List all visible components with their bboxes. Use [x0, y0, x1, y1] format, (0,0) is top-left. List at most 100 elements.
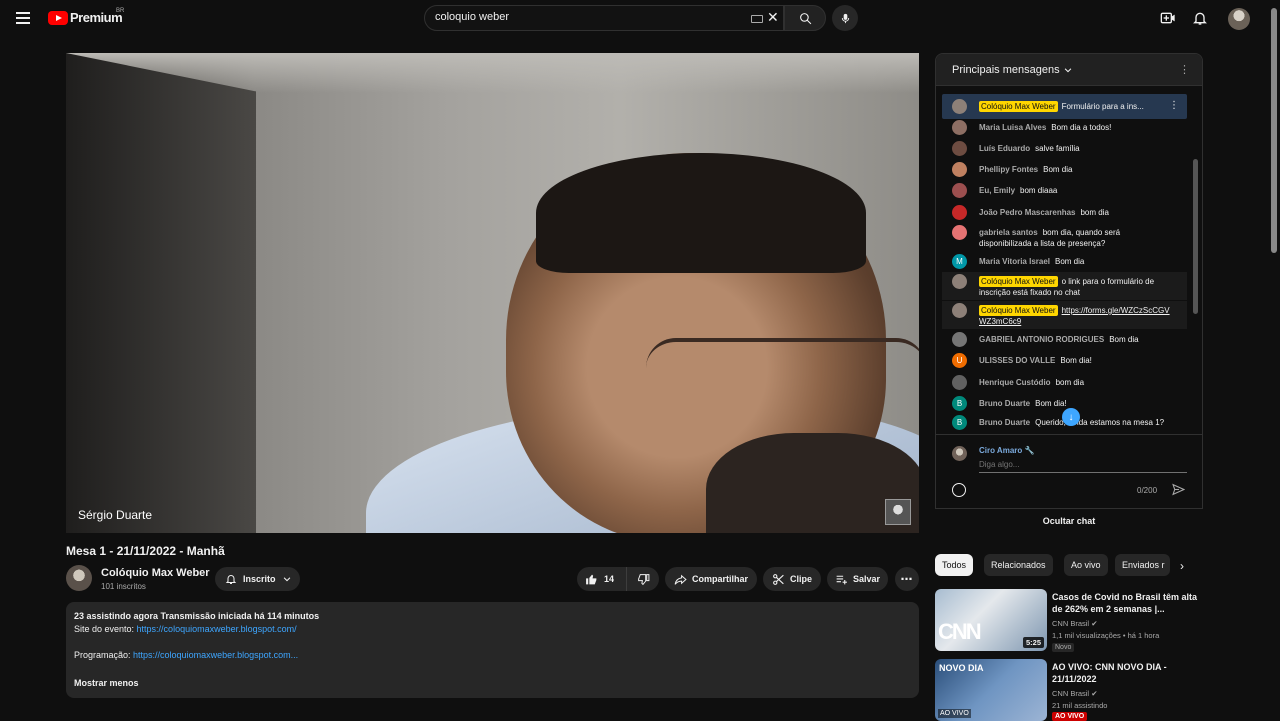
create-video-icon[interactable] [1160, 10, 1176, 26]
subscribed-button[interactable]: Inscrito [215, 567, 300, 591]
chat-author: Colóquio Max Weber [979, 276, 1058, 287]
notifications-bell-icon[interactable] [1192, 10, 1208, 26]
chat-message[interactable]: Eu, Emily bom diaaa [952, 183, 1172, 198]
chat-message-text: Bom dia a todos! [1051, 123, 1112, 132]
channel-avatar[interactable] [66, 565, 92, 591]
thumbnail-brand-logo: CNN [938, 619, 982, 644]
like-button[interactable]: 14 [577, 567, 627, 591]
verified-icon: ✔ [1091, 689, 1098, 698]
chat-author: Henrique Custódio [979, 378, 1051, 387]
filter-chip-related[interactable]: Relacionados [984, 554, 1053, 576]
filter-chip-live[interactable]: Ao vivo [1064, 554, 1108, 576]
clip-button[interactable]: Clipe [763, 567, 821, 591]
avatar: M [952, 254, 967, 269]
chat-message-body: Maria Luisa Alves Bom dia a todos! [979, 122, 1111, 135]
show-less-button[interactable]: Mostrar menos [74, 677, 139, 690]
chat-message[interactable]: U ULISSES DO VALLE Bom dia! [952, 353, 1172, 368]
chat-message[interactable]: Phellipy Fontes Bom dia [952, 162, 1172, 177]
more-horizontal-icon: ⋯ [900, 572, 914, 586]
chat-author: Phellipy Fontes [979, 165, 1039, 174]
filter-chip-all[interactable]: Todos [935, 554, 974, 576]
chat-message[interactable]: GABRIEL ANTONIO RODRIGUES Bom dia [952, 332, 1172, 347]
chat-message-body: gabriela santos bom dia, quando será disp… [979, 227, 1172, 249]
page-scrollbar-thumb[interactable] [1271, 8, 1277, 253]
participant-thumbnail [885, 499, 911, 525]
more-actions-button[interactable]: ⋯ [895, 567, 919, 591]
chat-message-text: Bom dia [1043, 165, 1073, 174]
chat-message-body: Bruno Duarte Bom dia! [979, 398, 1067, 411]
chat-message[interactable]: João Pedro Mascarenhas bom dia [952, 205, 1172, 220]
program-link[interactable]: https://coloquiomaxweber.blogspot.com... [133, 650, 298, 660]
arrow-down-icon: ↓ [1068, 411, 1074, 423]
current-user-name: Ciro Amaro 🔧 [979, 446, 1035, 455]
share-icon [674, 574, 687, 585]
chat-author: João Pedro Mascarenhas [979, 208, 1076, 217]
voice-search-button[interactable] [832, 5, 858, 31]
chat-message[interactable]: Henrique Custódio bom dia [952, 375, 1172, 390]
chat-author: Maria Luisa Alves [979, 123, 1047, 132]
filter-chip-uploaded[interactable]: Enviados r [1115, 554, 1170, 576]
thumbnail-live-label: AO VIVO [938, 709, 971, 718]
top-bar: Premium BR ✕ [0, 0, 1280, 36]
search-icon [799, 12, 811, 24]
menu-icon[interactable] [16, 12, 30, 24]
chat-mode-dropdown[interactable]: Principais mensagens [952, 64, 1073, 76]
emoji-icon[interactable] [952, 483, 966, 497]
chat-message[interactable]: Colóquio Max Weber https://forms.gle/WZCz… [952, 303, 1172, 327]
pinned-message[interactable]: Colóquio Max Weber Formulário para a ins… [942, 94, 1187, 119]
region-code: BR [116, 8, 125, 14]
chat-message[interactable]: gabriela santos bom dia, quando será disp… [952, 225, 1172, 249]
keyboard-icon[interactable] [751, 15, 763, 23]
chat-author: GABRIEL ANTONIO RODRIGUES [979, 335, 1105, 344]
channel-name[interactable]: Colóquio Max Weber [101, 567, 210, 579]
avatar [952, 141, 967, 156]
description-box[interactable]: 23 assistindo agora Transmissão iniciada… [66, 602, 919, 698]
chat-author: Bruno Duarte [979, 418, 1031, 427]
hide-chat-button[interactable]: Ocultar chat [935, 508, 1203, 533]
chat-message[interactable]: Luís Eduardo salve família [952, 141, 1172, 156]
chat-message-text: bom dia [1080, 208, 1109, 217]
youtube-logo[interactable]: Premium [48, 10, 123, 25]
share-button[interactable]: Compartilhar [665, 567, 757, 591]
like-count: 14 [604, 574, 615, 584]
search-input[interactable] [435, 11, 735, 23]
scroll-to-bottom-button[interactable]: ↓ [1062, 408, 1080, 426]
like-dislike-group: 14 [577, 567, 659, 591]
bell-icon [225, 575, 237, 584]
recommended-meta: 1,1 mil visualizações • há 1 hora [1052, 631, 1160, 640]
pinned-menu-icon[interactable]: ⋮ [1169, 100, 1179, 111]
video-player[interactable]: Sérgio Duarte [66, 53, 919, 533]
chat-header: Principais mensagens ⋮ [936, 54, 1202, 86]
character-counter: 0/200 [1137, 486, 1158, 495]
page-scrollbar[interactable] [1270, 0, 1278, 720]
chat-message-body: João Pedro Mascarenhas bom dia [979, 207, 1109, 220]
recommended-video[interactable]: NOVO DIA AO VIVO AO VIVO: CNN NOVO DIA -… [935, 659, 1203, 721]
dislike-button[interactable] [627, 567, 659, 591]
recommended-video[interactable]: CNN 5:25 Casos de Covid no Brasil têm al… [935, 589, 1203, 652]
chat-message[interactable]: Maria Luisa Alves Bom dia a todos! [952, 120, 1172, 135]
chat-message[interactable]: M Maria Vitoria Israel Bom dia [952, 254, 1172, 269]
video-thumbnail: NOVO DIA AO VIVO [935, 659, 1047, 721]
search-button[interactable] [784, 5, 826, 31]
chat-scrollbar-thumb[interactable] [1193, 159, 1198, 314]
clip-label: Clipe [790, 574, 813, 584]
chat-message-body: Luís Eduardo salve família [979, 143, 1080, 156]
chevron-down-icon [1064, 68, 1071, 73]
chat-message-text: bom diaaa [1020, 186, 1058, 195]
avatar [952, 303, 967, 318]
chat-message[interactable]: B Bruno Duarte Bom dia! [952, 396, 1172, 411]
chat-message-input[interactable] [979, 460, 1187, 473]
chat-message-text: bom dia [1055, 378, 1085, 387]
thumbs-down-icon [637, 573, 649, 585]
send-icon[interactable] [1172, 483, 1186, 501]
chat-message[interactable]: Colóquio Max Weber o link para o formulár… [952, 274, 1172, 298]
chat-menu-icon[interactable]: ⋮ [1179, 63, 1190, 76]
chevron-right-icon[interactable]: › [1180, 559, 1184, 573]
save-button[interactable]: Salvar [827, 567, 888, 591]
chat-message-body: GABRIEL ANTONIO RODRIGUES Bom dia [979, 334, 1139, 347]
chat-author: gabriela santos [979, 228, 1038, 237]
chat-message-body: ULISSES DO VALLE Bom dia! [979, 355, 1092, 368]
clear-search-icon[interactable]: ✕ [767, 9, 779, 26]
account-avatar[interactable] [1228, 8, 1250, 30]
site-link[interactable]: https://coloquiomaxweber.blogspot.com/ [137, 624, 297, 634]
